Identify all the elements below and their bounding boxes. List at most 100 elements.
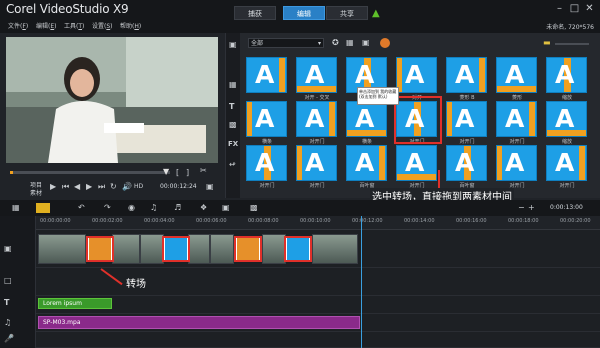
auto-music-icon[interactable]: ♬ <box>174 203 181 212</box>
ruler-tick-label: 00:00:10:00 <box>300 218 331 224</box>
sound-mixer-icon[interactable]: ♫ <box>150 203 157 212</box>
transition-thumbnail[interactable]: A <box>296 145 337 181</box>
video-clip[interactable] <box>312 234 358 264</box>
video-track-icon[interactable]: ▣ <box>4 244 12 253</box>
title-icon[interactable]: T <box>229 102 234 111</box>
transition-thumbnail[interactable]: A <box>346 101 387 137</box>
hd-toggle[interactable]: HD <box>134 183 143 190</box>
record-capture-icon[interactable]: ◉ <box>128 203 135 212</box>
multi-camera-icon[interactable]: ▩ <box>250 203 258 212</box>
ruler-tick-label: 00:00:20:00 <box>560 218 591 224</box>
menu-tools-label: 工具 <box>64 23 77 30</box>
previous-frame-icon[interactable]: ◀ <box>74 182 80 191</box>
transition-thumbnail[interactable]: A <box>296 57 337 93</box>
transition-thumbnail[interactable]: A <box>396 145 437 181</box>
filter-icon[interactable]: FX <box>228 140 238 148</box>
play-icon[interactable]: ▶ <box>50 182 56 191</box>
volume-icon[interactable]: 🔊 <box>122 182 132 191</box>
enlarge-icon[interactable]: ▣ <box>206 182 214 191</box>
thumbnail-size-slider[interactable] <box>555 43 589 45</box>
timeline-toolbar <box>0 200 600 216</box>
video-clip[interactable] <box>262 234 286 264</box>
transition-thumbnail[interactable]: A <box>496 57 537 93</box>
transition-thumbnail[interactable]: A <box>546 101 587 137</box>
transition-thumbnail[interactable]: A <box>496 101 537 137</box>
media-icon-small[interactable]: ▣ <box>362 38 370 47</box>
instant-project-icon[interactable]: ▦ <box>229 80 237 89</box>
mark-in-button[interactable]: [ <box>176 168 179 177</box>
title-track[interactable] <box>36 296 600 314</box>
voice-track-icon[interactable]: 🎤 <box>4 334 14 343</box>
menu-help[interactable]: 帮助(H) <box>120 21 141 30</box>
split-clip-icon[interactable]: ✂ <box>200 166 207 175</box>
title-track-icon[interactable]: T <box>4 298 9 307</box>
add-to-favorites-icon[interactable]: ✪ <box>332 38 339 47</box>
zoom-in-icon[interactable]: + <box>528 203 535 212</box>
transition-thumbnail[interactable]: A <box>446 101 487 137</box>
menu-file[interactable]: 文件(F) <box>8 21 28 30</box>
mode-clip-label[interactable]: 素材 <box>30 188 42 197</box>
maximize-icon[interactable]: □ <box>568 3 581 15</box>
mark-out-icon[interactable]: ▼ <box>163 167 169 176</box>
transition-thumbnail-label: 横条 <box>361 139 372 145</box>
transition-icon[interactable]: ▩ <box>229 120 237 129</box>
music-track-icon[interactable]: ♫ <box>4 318 11 327</box>
undo-icon[interactable]: ↶ <box>78 203 85 212</box>
video-clip[interactable] <box>188 234 210 264</box>
transition-glyph: A <box>355 104 375 133</box>
preview-scrubber[interactable] <box>10 171 170 174</box>
media-icon[interactable]: ▣ <box>229 40 237 49</box>
subtitle-editor-icon[interactable]: ▣ <box>222 203 230 212</box>
menu-tools[interactable]: 工具(T) <box>64 21 84 30</box>
voice-track[interactable] <box>36 332 600 348</box>
video-clip[interactable] <box>112 234 140 264</box>
title-clip[interactable]: Lorem ipsum <box>38 298 112 309</box>
transition-glyph: A <box>405 148 425 177</box>
timeline-timecode[interactable]: 0:00:13:00 <box>550 204 583 211</box>
transition-thumbnail[interactable]: A <box>246 101 287 137</box>
transition-thumbnail[interactable]: A <box>396 57 437 93</box>
next-frame-icon[interactable]: ▶ <box>86 182 92 191</box>
view-mode-icon[interactable]: ▬ <box>543 38 551 47</box>
home-icon[interactable]: ⏮ <box>62 182 69 192</box>
video-clip[interactable] <box>38 234 86 264</box>
transition-thumbnail[interactable]: A <box>346 145 387 181</box>
repeat-icon[interactable]: ↻ <box>110 182 117 191</box>
transition-thumbnail[interactable]: A <box>446 57 487 93</box>
video-clip[interactable] <box>210 234 234 264</box>
transition-thumbnail[interactable]: A <box>446 145 487 181</box>
path-icon[interactable]: ↫ <box>229 160 236 169</box>
preview-timecode[interactable]: 00:00:12:24 <box>160 183 197 190</box>
audio-clip[interactable]: SP-M03.mpa <box>38 316 360 329</box>
end-icon[interactable]: ⏭ <box>98 182 105 192</box>
store-icon[interactable] <box>380 38 390 48</box>
video-clip[interactable] <box>140 234 164 264</box>
transition-thumbnail[interactable]: A <box>546 57 587 93</box>
transition-thumbnail[interactable]: A <box>246 57 287 93</box>
storyboard-view-icon[interactable]: ▦ <box>12 203 20 212</box>
redo-icon[interactable]: ↷ <box>104 203 111 212</box>
video-preview[interactable] <box>6 37 218 163</box>
apply-to-all-icon[interactable]: ▦ <box>346 38 354 47</box>
tab-capture[interactable]: 捕获 <box>234 6 276 20</box>
transition-thumbnail[interactable]: A <box>246 145 287 181</box>
library-side-bar <box>226 33 240 198</box>
minimize-icon[interactable]: – <box>553 3 566 15</box>
transition-highlight <box>86 236 114 262</box>
menu-edit[interactable]: 编辑(E) <box>36 21 57 30</box>
timeline-playhead[interactable] <box>361 216 362 348</box>
transition-thumbnail[interactable]: A <box>496 145 537 181</box>
overlay-track-icon[interactable]: □ <box>4 276 12 285</box>
motion-tracking-icon[interactable]: ❖ <box>200 203 207 212</box>
tab-share[interactable]: 共享 <box>326 6 368 20</box>
transition-thumbnail[interactable]: A <box>296 101 337 137</box>
close-icon[interactable]: ✕ <box>583 3 596 15</box>
tab-edit[interactable]: 编辑 <box>283 6 325 20</box>
timeline-view-icon[interactable] <box>36 203 50 213</box>
zoom-out-icon[interactable]: − <box>518 203 525 212</box>
menu-settings[interactable]: 设置(S) <box>92 21 113 30</box>
library-category-dropdown[interactable]: 全部 ▾ <box>248 38 324 48</box>
transition-thumbnail[interactable]: A <box>546 145 587 181</box>
mark-out-button[interactable]: ] <box>186 168 189 177</box>
upload-icon[interactable]: ▲ <box>372 8 380 19</box>
